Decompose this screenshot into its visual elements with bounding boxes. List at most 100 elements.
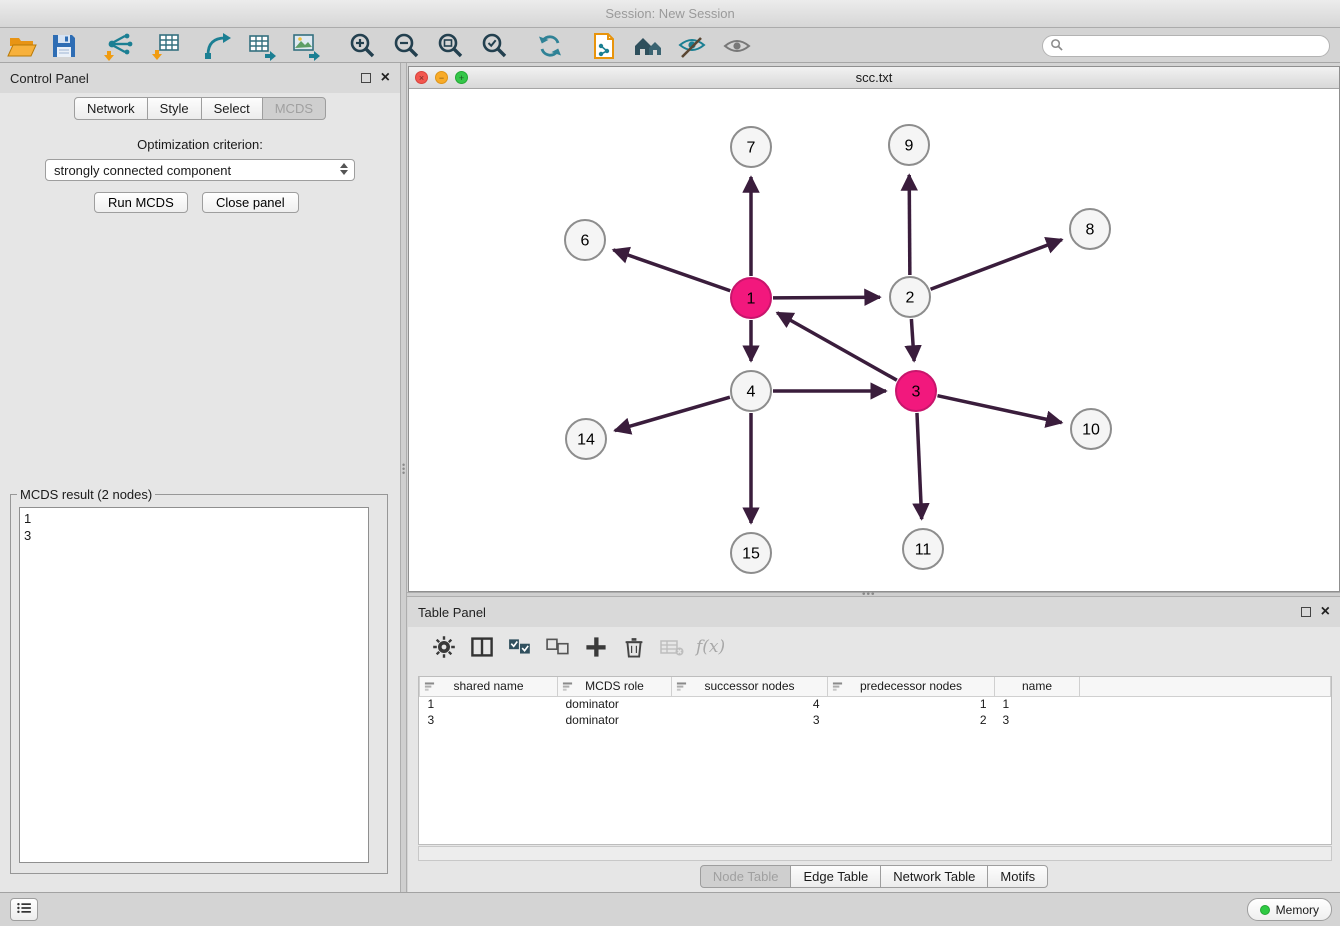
graph-node-11[interactable]: 11 [903, 529, 943, 569]
network-from-file-button[interactable] [203, 31, 233, 61]
table-horizontal-scrollbar[interactable] [418, 846, 1332, 861]
split-panel-button[interactable] [468, 633, 496, 661]
search-field[interactable] [1042, 35, 1330, 57]
graph-node-14[interactable]: 14 [566, 419, 606, 459]
function-builder-button[interactable]: f(x) [696, 637, 724, 665]
graph-node-10[interactable]: 10 [1071, 409, 1111, 449]
column-header-name[interactable]: name [995, 677, 1080, 696]
trash-icon [620, 649, 648, 664]
tab-network-table[interactable]: Network Table [880, 865, 988, 888]
graph-node-2[interactable]: 2 [890, 277, 930, 317]
run-mcds-button[interactable]: Run MCDS [94, 192, 188, 213]
graph-node-6[interactable]: 6 [565, 220, 605, 260]
edge-2-9[interactable] [909, 175, 910, 275]
search-input[interactable] [1063, 39, 1329, 53]
show-graphics-details-button[interactable] [722, 31, 752, 61]
zoom-out-button[interactable] [391, 31, 421, 61]
table-cell[interactable]: 1 [828, 696, 995, 712]
zoom-fit-icon [435, 49, 465, 64]
delete-column-button[interactable] [620, 633, 648, 661]
import-network-button[interactable] [103, 31, 133, 61]
import-table-icon [151, 49, 181, 64]
floppy-disk-icon [49, 49, 79, 64]
table-cell[interactable]: 4 [672, 696, 828, 712]
edge-2-3[interactable] [911, 319, 914, 361]
tab-select[interactable]: Select [201, 97, 263, 120]
table-cell[interactable]: 1 [420, 696, 558, 712]
export-image-icon [291, 49, 321, 64]
criterion-dropdown[interactable]: strongly connected component [45, 159, 355, 181]
graph-node-8[interactable]: 8 [1070, 209, 1110, 249]
node-label: 4 [747, 384, 756, 401]
tab-motifs[interactable]: Motifs [987, 865, 1048, 888]
edge-2-8[interactable] [931, 240, 1062, 290]
table-cell[interactable]: dominator [558, 712, 672, 728]
tab-network[interactable]: Network [74, 97, 148, 120]
tab-mcds[interactable]: MCDS [262, 97, 326, 120]
toggle-graphics-details-button[interactable] [677, 31, 707, 61]
vertical-splitter[interactable]: ••• [400, 63, 407, 892]
graph-node-9[interactable]: 9 [889, 125, 929, 165]
edge-1-6[interactable] [613, 250, 730, 291]
deselect-all-button[interactable] [544, 633, 572, 661]
network-window-titlebar[interactable]: × − + scc.txt [409, 67, 1339, 89]
zoom-window-icon[interactable]: + [455, 71, 468, 84]
tab-style[interactable]: Style [147, 97, 202, 120]
graph-node-4[interactable]: 4 [731, 371, 771, 411]
table-cell[interactable]: 3 [995, 712, 1080, 728]
table-settings-button[interactable] [430, 633, 458, 661]
save-session-button[interactable] [49, 31, 79, 61]
window-title: Session: New Session [605, 6, 734, 21]
export-table-button[interactable] [247, 31, 277, 61]
edge-3-1[interactable] [777, 313, 897, 380]
graph-node-7[interactable]: 7 [731, 127, 771, 167]
minimize-window-icon[interactable]: − [435, 71, 448, 84]
table-cell[interactable]: 1 [995, 696, 1080, 712]
add-column-button[interactable] [582, 633, 610, 661]
edge-4-14[interactable] [615, 397, 730, 430]
close-panel-button[interactable]: Close panel [202, 192, 299, 213]
node-label: 9 [905, 138, 914, 155]
close-table-panel-icon[interactable]: × [1321, 607, 1330, 617]
zoom-fit-button[interactable] [435, 31, 465, 61]
close-window-icon[interactable]: × [415, 71, 428, 84]
network-canvas[interactable]: 7 9 6 8 1 2 3 4 14 10 15 11 [409, 89, 1339, 591]
edge-1-2[interactable] [773, 297, 880, 298]
table-tabs: Node Table Edge Table Network Table Moti… [408, 865, 1340, 888]
table-cell[interactable]: 3 [420, 712, 558, 728]
graph-node-3[interactable]: 3 [896, 371, 936, 411]
zoom-in-button[interactable] [347, 31, 377, 61]
float-table-panel-icon[interactable] [1301, 607, 1311, 617]
table-row[interactable]: 1dominator411 [420, 696, 1331, 712]
import-table-button[interactable] [151, 31, 181, 61]
float-panel-icon[interactable] [361, 73, 371, 83]
table-cell[interactable]: 3 [672, 712, 828, 728]
node-table[interactable]: shared name MCDS role successor nodes pr… [418, 676, 1332, 845]
close-panel-icon[interactable]: × [381, 73, 390, 83]
select-all-button[interactable] [506, 633, 534, 661]
delete-table-icon [658, 649, 686, 664]
tab-node-table[interactable]: Node Table [700, 865, 792, 888]
open-session-button[interactable] [7, 31, 37, 61]
show-panels-button[interactable] [10, 898, 38, 921]
edge-3-11[interactable] [917, 413, 922, 519]
column-header-successor-nodes[interactable]: successor nodes [672, 677, 828, 696]
table-row[interactable]: 3dominator323 [420, 712, 1331, 728]
table-cell[interactable]: dominator [558, 696, 672, 712]
column-header-mcds-role[interactable]: MCDS role [558, 677, 672, 696]
graph-node-1[interactable]: 1 [731, 278, 771, 318]
clone-network-button[interactable] [589, 31, 619, 61]
memory-button[interactable]: Memory [1247, 898, 1332, 921]
column-header-shared-name[interactable]: shared name [420, 677, 558, 696]
apply-layout-button[interactable] [535, 31, 565, 61]
edge-3-10[interactable] [937, 396, 1061, 423]
delete-table-button[interactable] [658, 633, 686, 661]
network-overview-button[interactable] [633, 31, 663, 61]
column-header-predecessor-nodes[interactable]: predecessor nodes [828, 677, 995, 696]
table-cell[interactable]: 2 [828, 712, 995, 728]
tab-edge-table[interactable]: Edge Table [790, 865, 881, 888]
mcds-result-text[interactable]: 1 3 [19, 507, 369, 863]
zoom-selected-button[interactable] [479, 31, 509, 61]
export-image-button[interactable] [291, 31, 321, 61]
graph-node-15[interactable]: 15 [731, 533, 771, 573]
